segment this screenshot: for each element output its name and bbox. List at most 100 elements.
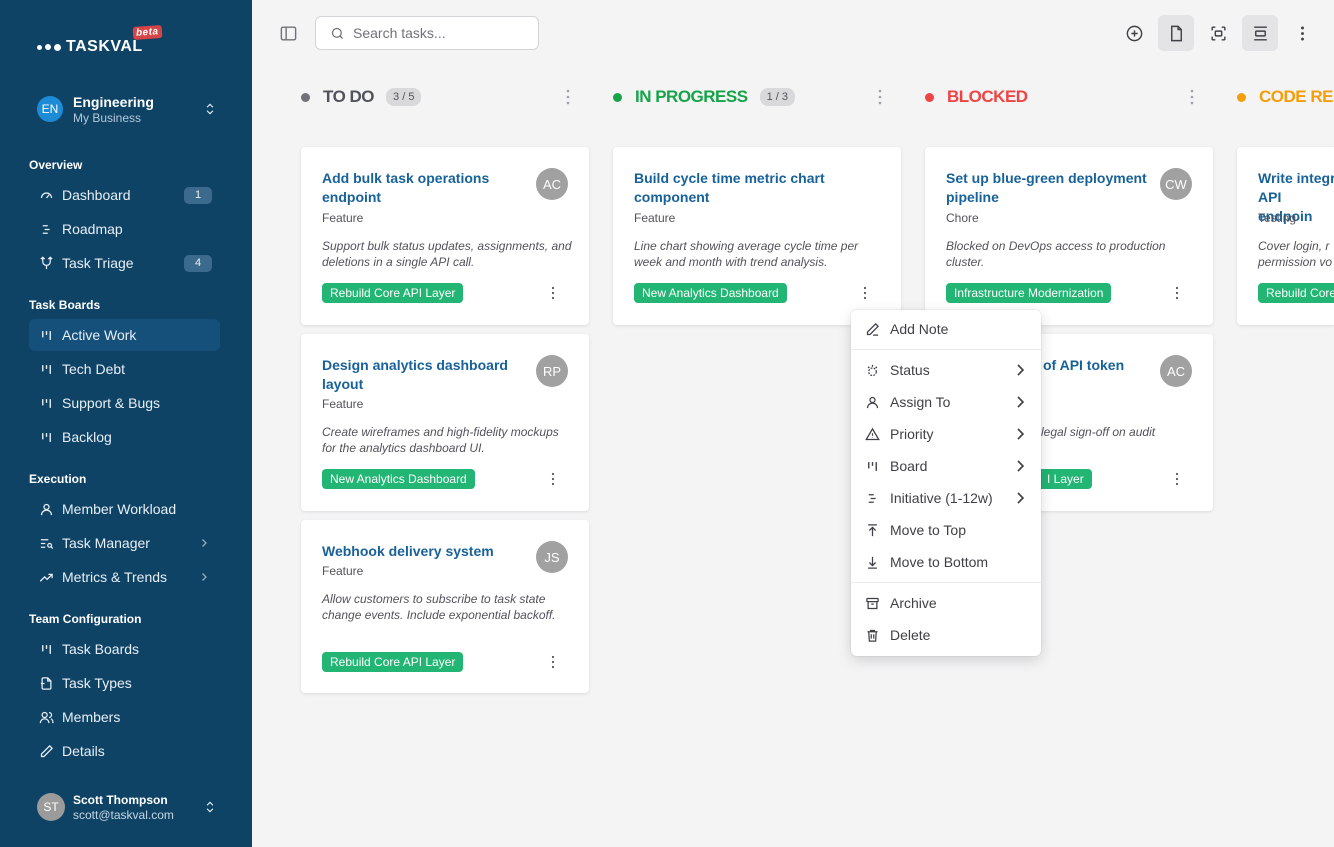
- page-view-button[interactable]: [1158, 15, 1194, 51]
- card-menu-icon[interactable]: [550, 655, 556, 669]
- sidebar-item-members[interactable]: Members: [29, 701, 220, 733]
- add-task-button[interactable]: [1116, 15, 1152, 51]
- sidebar-item-details[interactable]: Details: [29, 735, 220, 767]
- chevron-right-icon: [202, 573, 207, 581]
- card-menu-icon[interactable]: [1174, 286, 1180, 300]
- sidebar: TASKVAL beta EN Engineering My Business …: [0, 0, 252, 847]
- column-title: IN PROGRESS: [635, 87, 748, 106]
- task-title[interactable]: Build cycle time metric chart component: [634, 169, 874, 207]
- sidebar-item-support-bugs[interactable]: Support & Bugs: [29, 387, 220, 419]
- align-center-icon: [1253, 25, 1267, 41]
- sidebar-item-task-types[interactable]: Task Types: [29, 667, 220, 699]
- more-options-button[interactable]: [1284, 15, 1320, 51]
- sidebar-item-label: Tech Debt: [62, 361, 126, 377]
- status-dot: [925, 92, 934, 102]
- toggle-sidebar-button[interactable]: [270, 15, 306, 51]
- initiative-tag[interactable]: New Analytics Dashboard: [634, 283, 787, 303]
- initiative-tag[interactable]: Infrastructure Modernization: [946, 283, 1112, 303]
- search-box[interactable]: [315, 16, 539, 50]
- menu-item-assign-to[interactable]: Assign To: [855, 387, 1037, 417]
- assignee-avatar[interactable]: CW: [1160, 168, 1192, 200]
- task-card[interactable]: Webhook delivery system JS Feature Allow…: [301, 520, 589, 693]
- initiative-icon: [864, 490, 880, 506]
- sidebar-item-config-task-boards[interactable]: Task Boards: [29, 633, 220, 665]
- sidebar-item-metrics-trends[interactable]: Metrics & Trends: [29, 561, 220, 593]
- board-icon: [38, 641, 54, 657]
- sidebar-item-backlog[interactable]: Backlog: [29, 421, 220, 453]
- task-card[interactable]: Set up blue-green deployment pipeline CW…: [925, 147, 1213, 325]
- column-menu-icon[interactable]: [1189, 89, 1195, 105]
- sidebar-item-task-triage[interactable]: Task Triage 4: [29, 247, 220, 279]
- board-icon: [38, 361, 54, 377]
- sidebar-item-dashboard[interactable]: Dashboard 1: [29, 179, 220, 211]
- org-switcher[interactable]: EN Engineering My Business: [37, 92, 217, 126]
- task-title[interactable]: Webhook delivery system: [322, 542, 532, 561]
- sidebar-item-tech-debt[interactable]: Tech Debt: [29, 353, 220, 385]
- menu-item-add-note[interactable]: Add Note: [855, 314, 1037, 344]
- count-badge: 1: [184, 186, 212, 204]
- focus-view-button[interactable]: [1200, 15, 1236, 51]
- avatar: ST: [37, 793, 65, 821]
- menu-item-label: Board: [890, 458, 928, 474]
- sidebar-item-member-workload[interactable]: Member Workload: [29, 493, 220, 525]
- task-type: Feature: [322, 397, 364, 411]
- file-icon: [38, 675, 54, 691]
- menu-item-label: Assign To: [890, 394, 951, 410]
- compact-view-button[interactable]: [1242, 15, 1278, 51]
- task-type: Chore: [946, 211, 979, 225]
- card-menu-icon[interactable]: [1174, 472, 1180, 486]
- task-title[interactable]: Set up blue-green deployment pipeline: [946, 169, 1161, 207]
- sidebar-toggle-icon: [280, 25, 296, 41]
- sidebar-item-label: Members: [62, 709, 121, 725]
- assignee-avatar[interactable]: AC: [536, 168, 568, 200]
- initiative-tag[interactable]: I Layer: [1033, 469, 1092, 489]
- task-type: Feature: [322, 211, 364, 225]
- archive-icon: [864, 595, 880, 611]
- task-card[interactable]: Design analytics dashboard layout RP Fea…: [301, 334, 589, 511]
- initiative-tag[interactable]: Rebuild Core: [1258, 283, 1334, 303]
- initiative-tag[interactable]: New Analytics Dashboard: [322, 469, 475, 489]
- task-card[interactable]: Add bulk task operations endpoint AC Fea…: [301, 147, 589, 325]
- sidebar-item-label: Metrics & Trends: [62, 569, 168, 585]
- assignee-avatar[interactable]: RP: [536, 355, 568, 387]
- vertical-dots-icon: [1300, 26, 1304, 40]
- task-title[interactable]: Add bulk task operations endpoint: [322, 169, 532, 207]
- menu-item-label: Priority: [890, 426, 934, 442]
- sidebar-item-task-manager[interactable]: Task Manager: [29, 527, 220, 559]
- menu-item-board[interactable]: Board: [855, 451, 1037, 481]
- menu-item-archive[interactable]: Archive: [855, 588, 1037, 618]
- search-input[interactable]: [353, 25, 523, 41]
- roadmap-icon: [38, 221, 54, 237]
- user-menu[interactable]: ST Scott Thompson scott@taskval.com: [37, 792, 217, 822]
- task-card[interactable]: Build cycle time metric chart component …: [613, 147, 901, 325]
- card-menu-icon[interactable]: [550, 286, 556, 300]
- menu-item-label: Add Note: [890, 321, 949, 337]
- board-icon: [864, 458, 880, 474]
- initiative-tag[interactable]: Rebuild Core API Layer: [322, 283, 464, 303]
- menu-item-delete[interactable]: Delete: [855, 620, 1037, 650]
- scan-icon: [1210, 25, 1226, 41]
- task-card[interactable]: Write integr API endpoin Testing Cover l…: [1237, 147, 1334, 325]
- initiative-tag[interactable]: Rebuild Core API Layer: [322, 652, 464, 672]
- menu-item-initiative[interactable]: Initiative (1-12w): [855, 483, 1037, 513]
- card-menu-icon[interactable]: [550, 472, 556, 486]
- column-menu-icon[interactable]: [877, 89, 883, 105]
- card-menu-icon[interactable]: [862, 286, 868, 300]
- menu-item-status[interactable]: Status: [855, 355, 1037, 385]
- task-description: Line chart showing average cycle time pe…: [634, 239, 859, 269]
- user-name: Scott Thompson: [73, 792, 168, 807]
- app-logo[interactable]: TASKVAL beta: [37, 25, 162, 56]
- task-description: Blocked on DevOps access to production c…: [946, 239, 1166, 269]
- sidebar-item-roadmap[interactable]: Roadmap: [29, 213, 220, 245]
- assignee-avatar[interactable]: JS: [536, 541, 568, 573]
- menu-item-move-to-bottom[interactable]: Move to Bottom: [855, 547, 1037, 577]
- task-title[interactable]: Design analytics dashboard layout: [322, 356, 532, 394]
- column-menu-icon[interactable]: [565, 89, 571, 105]
- menu-item-move-to-top[interactable]: Move to Top: [855, 515, 1037, 545]
- chevrons-up-down-icon: [206, 103, 214, 115]
- menu-item-priority[interactable]: Priority: [855, 419, 1037, 449]
- assignee-avatar[interactable]: AC: [1160, 355, 1192, 387]
- sidebar-item-active-work[interactable]: Active Work: [29, 319, 220, 351]
- sidebar-item-label: Active Work: [62, 327, 137, 343]
- sidebar-item-label: Member Workload: [62, 501, 177, 517]
